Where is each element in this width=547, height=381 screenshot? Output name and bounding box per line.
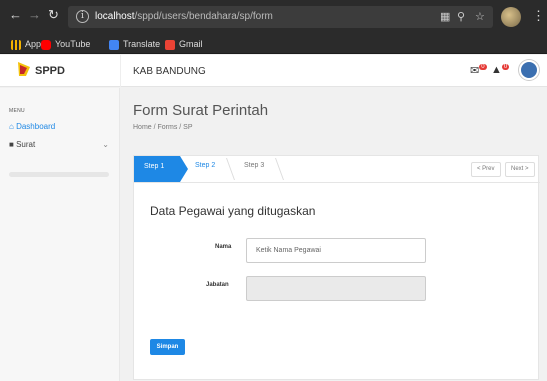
translate-icon bbox=[109, 39, 119, 50]
step-2-tab[interactable]: Step 2 bbox=[195, 162, 215, 169]
zoom-icon[interactable]: ⚲ bbox=[457, 10, 465, 23]
address-bar[interactable]: i localhost/sppd/users/bendahara/sp/form… bbox=[68, 6, 493, 28]
sidebar-item-surat[interactable]: ■ Surat ⌄ bbox=[9, 140, 109, 149]
youtube-icon bbox=[41, 39, 51, 50]
bell-notification[interactable]: ▲ 0 bbox=[491, 64, 510, 76]
message-icon: ✉ bbox=[470, 65, 480, 77]
nama-label: Nama bbox=[215, 244, 232, 250]
sidebar-divider bbox=[9, 172, 109, 177]
menu-title: MENU bbox=[9, 108, 25, 114]
url-text: localhost/sppd/users/bendahara/sp/form bbox=[95, 11, 273, 22]
bookmark-gmail[interactable]: Gmail bbox=[165, 37, 203, 51]
step-3-tab[interactable]: Step 3 bbox=[244, 162, 264, 169]
bell-icon: ▲ bbox=[491, 64, 502, 76]
message-notification[interactable]: ✉ 0 bbox=[470, 64, 487, 77]
apps-grid-icon bbox=[11, 39, 21, 50]
next-button[interactable]: Next > bbox=[505, 162, 535, 177]
section-title: Data Pegawai yang ditugaskan bbox=[150, 204, 316, 218]
info-icon[interactable]: i bbox=[76, 10, 89, 23]
bookmark-star-icon[interactable]: ☆ bbox=[475, 10, 485, 23]
home-icon: ⌂ bbox=[9, 122, 14, 131]
browser-toolbar: ← → ↻ i localhost/sppd/users/bendahara/s… bbox=[0, 0, 547, 34]
header-divider bbox=[120, 55, 121, 87]
wizard-steps: Step 1 Step 2 Step 3 < Prev Next > bbox=[134, 156, 540, 183]
nama-input[interactable]: Ketik Nama Pegawai bbox=[246, 238, 426, 263]
step-separator bbox=[216, 158, 236, 180]
form-card: Step 1 Step 2 Step 3 < Prev Next > Data … bbox=[133, 155, 540, 380]
prev-button[interactable]: < Prev bbox=[471, 162, 501, 177]
bookmark-translate[interactable]: Translate bbox=[109, 37, 160, 51]
jabatan-label: Jabatan bbox=[206, 282, 229, 288]
translate-page-icon[interactable]: ▦ bbox=[440, 10, 450, 23]
bookmarks-bar: Apps YouTube Translate Gmail bbox=[0, 34, 547, 54]
step-separator bbox=[265, 158, 285, 180]
reload-icon[interactable]: ↻ bbox=[48, 8, 59, 22]
organization-name: KAB BANDUNG bbox=[133, 66, 206, 77]
sidebar-item-dashboard[interactable]: ⌂ Dashboard bbox=[9, 122, 55, 131]
app-header: SPPD KAB BANDUNG ✉ 0 ▲ 0 bbox=[0, 55, 547, 87]
bell-badge: 0 bbox=[501, 64, 510, 70]
back-arrow-icon[interactable]: ← bbox=[9, 8, 22, 22]
simpan-button[interactable]: Simpan bbox=[150, 339, 185, 355]
chevron-down-icon: ⌄ bbox=[102, 140, 109, 149]
jabatan-input[interactable] bbox=[246, 276, 426, 301]
folder-icon: ■ bbox=[9, 140, 14, 149]
gmail-icon bbox=[165, 39, 175, 50]
user-avatar[interactable] bbox=[519, 60, 539, 80]
more-menu-icon[interactable]: ⋮ bbox=[532, 8, 545, 24]
app-logo[interactable]: SPPD bbox=[17, 62, 65, 79]
forward-arrow-icon[interactable]: → bbox=[28, 8, 41, 22]
page-title: Form Surat Perintah bbox=[133, 102, 269, 119]
profile-avatar[interactable] bbox=[501, 7, 521, 27]
logo-emblem-icon bbox=[18, 62, 30, 76]
sidebar: MENU ⌂ Dashboard ■ Surat ⌄ bbox=[0, 88, 120, 381]
breadcrumb: Home / Forms / SP bbox=[133, 124, 193, 131]
message-badge: 0 bbox=[479, 64, 487, 70]
step-1-tab[interactable]: Step 1 bbox=[134, 156, 188, 182]
bookmark-youtube[interactable]: YouTube bbox=[41, 37, 90, 51]
